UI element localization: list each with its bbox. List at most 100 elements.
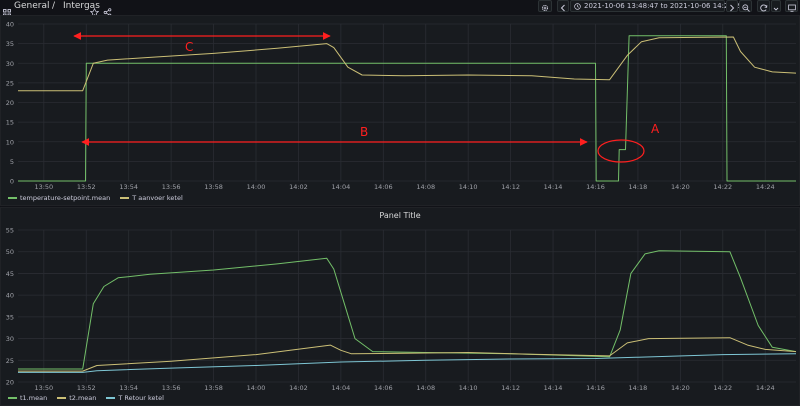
star-icon[interactable] [89,2,100,18]
x-tick-label: 13:58 [204,384,223,392]
x-tick-label: 14:04 [332,183,351,191]
y-tick-label: 50 [6,248,14,256]
x-tick-label: 14:02 [289,384,308,392]
chevron-down-icon [773,0,779,16]
time-shift-back-button[interactable] [557,0,569,12]
settings-button[interactable] [538,0,552,12]
x-tick-label: 14:08 [416,384,435,392]
y-tick-label: 45 [6,270,14,278]
x-tick-label: 14:14 [544,183,563,191]
legend-label: T aanvoer ketel [132,194,183,202]
y-tick-label: 30 [6,60,14,68]
panel-aanvoer: 0 5 10 15 20 25 30 35 40 13:50 13:52 13:54 13:56 13:5… [0,15,800,206]
legend-aanvoer: temperature-setpoint.mean T aanvoer kete… [8,194,183,202]
settings-icon [541,0,549,16]
x-tick-label: 14:08 [416,183,435,191]
y-tick-label: 35 [6,40,14,48]
y-tick-label: 30 [6,335,14,343]
legend-swatch [8,197,17,199]
x-tick-label: 14:18 [629,183,648,191]
y-tick-label: 25 [6,357,14,365]
x-tick-label: 13:56 [162,183,181,191]
legend-label: t2.mean [69,394,97,402]
series-line-temperature-setpoint-mean [18,35,796,182]
x-tick-label: 14:22 [713,183,732,191]
series-line-t1-mean [18,250,797,370]
legend-item-retour[interactable]: T Retour ketel [106,394,164,402]
x-tick-label: 14:18 [629,384,648,392]
refresh-icon [759,0,768,16]
apps-icon[interactable] [3,2,11,17]
x-tick-label: 13:50 [34,183,53,191]
refresh-interval-button[interactable] [771,0,781,12]
x-tick-label: 14:16 [586,183,605,191]
legend-swatch [57,397,67,399]
x-tick-label: 14:12 [501,183,520,191]
y-tick-label: 15 [6,119,14,127]
x-tick-label: 13:58 [204,183,223,191]
x-tick-label: 14:04 [332,384,351,392]
x-tick-label: 14:14 [544,384,563,392]
time-range-label: 2021-10-06 13:48:47 to 2021-10-06 14:25:… [584,2,745,10]
clock-icon [574,2,581,10]
x-tick-label: 13:54 [119,384,138,392]
x-tick-label: 14:00 [247,183,266,191]
y-tick-label: 0 [10,178,14,186]
tv-icon [787,0,796,16]
breadcrumb-separator: / [52,1,56,11]
legend-label: T Retour ketel [118,394,164,402]
x-tick-label: 14:20 [671,183,690,191]
y-tick-label: 40 [6,21,14,29]
x-tick-label: 14:06 [374,384,393,392]
x-tick-label: 13:54 [119,183,138,191]
y-tick-label: 40 [6,292,14,300]
tv-mode-button[interactable] [785,0,798,12]
time-shift-forward-button[interactable] [726,0,738,12]
x-tick-label: 14:02 [289,183,308,191]
y-tick-label: 5 [10,158,14,166]
x-tick-label: 14:20 [671,384,690,392]
x-tick-label: 14:12 [501,384,520,392]
y-tick-label: 25 [6,79,14,87]
share-icon[interactable] [103,2,112,17]
x-tick-label: 13:52 [77,384,96,392]
legend-item-setpoint[interactable]: temperature-setpoint.mean [8,194,110,202]
series-line-t2-mean [18,337,797,372]
x-tick-label: 14:24 [756,183,775,191]
y-tick-label: 20 [6,379,14,387]
refresh-button[interactable] [757,0,770,12]
panel-title-panel: Panel Title 20 25 30 35 40 45 50 55 13:50 13:52 13… [0,207,800,406]
x-tick-label: 13:52 [77,183,96,191]
zoom-out-button[interactable] [739,0,752,12]
legend-swatch [120,197,130,199]
x-tick-label: 14:10 [459,183,478,191]
legend-temperatures: t1.mean t2.mean T Retour ketel [8,394,164,402]
legend-item-t2[interactable]: t2.mean [57,394,96,402]
y-tick-label: 10 [6,138,14,146]
x-tick-label: 13:56 [162,384,181,392]
zoom-out-icon [741,0,750,16]
legend-swatch [106,397,116,399]
chart-aanvoer: 0 5 10 15 20 25 30 35 40 13:50 13:52 13:54 13:56 13:5… [6,21,797,191]
x-tick-label: 14:06 [374,183,393,191]
legend-label: t1.mean [20,394,48,402]
x-tick-label: 13:50 [34,384,53,392]
x-tick-label: 14:24 [756,384,775,392]
legend-label: temperature-setpoint.mean [20,194,111,202]
top-bar: General / Intergas 2021-10-06 13:48:47 t… [0,0,800,18]
x-tick-label: 14:16 [586,384,605,392]
x-tick-label: 14:00 [247,384,266,392]
y-tick-label: 20 [6,99,14,107]
y-tick-label: 35 [6,313,14,321]
legend-item-aanvoer[interactable]: T aanvoer ketel [120,194,183,202]
chevron-left-icon [560,0,566,16]
x-tick-label: 14:10 [459,384,478,392]
y-tick-label: 55 [6,227,14,235]
chevron-right-icon [729,0,735,16]
breadcrumb-root[interactable]: General [14,0,49,13]
chart-temperatures: 20 25 30 35 40 45 50 55 13:50 13:52 13:54 13:56 13:5… [6,227,797,392]
legend-swatch [8,397,17,399]
time-picker[interactable]: 2021-10-06 13:48:47 to 2021-10-06 14:25:… [570,0,744,12]
x-tick-label: 14:22 [713,384,732,392]
legend-item-t1[interactable]: t1.mean [8,394,47,402]
